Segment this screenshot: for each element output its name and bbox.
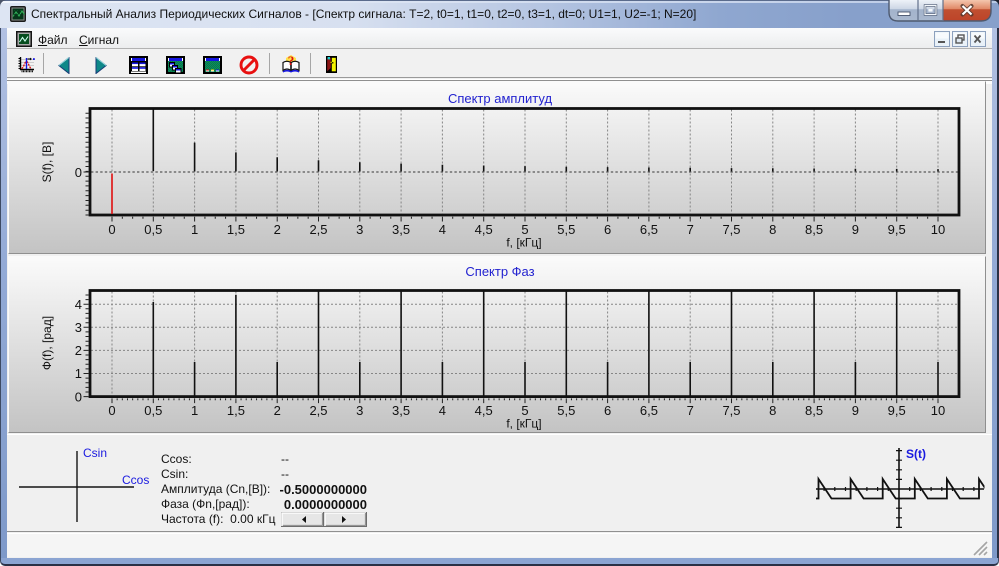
svg-text:4,5: 4,5: [475, 403, 493, 418]
svg-text:7: 7: [687, 222, 694, 237]
svg-text:2,5: 2,5: [309, 403, 327, 418]
svg-text:5,5: 5,5: [557, 403, 575, 418]
svg-text:4,5: 4,5: [475, 222, 493, 237]
svg-text:7,5: 7,5: [722, 222, 740, 237]
svg-text:Спектр Фаз: Спектр Фаз: [465, 264, 534, 279]
svg-text:4: 4: [439, 222, 446, 237]
svg-text:6: 6: [604, 222, 611, 237]
svg-text:4: 4: [439, 403, 446, 418]
svg-text:5,5: 5,5: [557, 222, 575, 237]
svg-text:3,5: 3,5: [392, 222, 410, 237]
svg-text:1,5: 1,5: [227, 222, 245, 237]
svg-text:1: 1: [191, 222, 198, 237]
svg-text:0,5: 0,5: [144, 403, 162, 418]
svg-text:8,5: 8,5: [805, 403, 823, 418]
svg-text:f, [кГц]: f, [кГц]: [506, 417, 541, 431]
svg-text:3: 3: [75, 320, 82, 335]
svg-text:3: 3: [356, 222, 363, 237]
svg-text:8: 8: [769, 403, 776, 418]
svg-text:3: 3: [356, 403, 363, 418]
svg-text:0,5: 0,5: [144, 222, 162, 237]
svg-text:0: 0: [75, 389, 82, 404]
svg-text:2: 2: [75, 343, 82, 358]
svg-text:9: 9: [852, 222, 859, 237]
svg-text:10: 10: [931, 222, 945, 237]
svg-text:10: 10: [931, 403, 945, 418]
svg-text:4: 4: [75, 297, 82, 312]
svg-text:?: ?: [288, 54, 295, 68]
svg-text:2: 2: [274, 403, 281, 418]
svg-text:Спектр амплитуд: Спектр амплитуд: [448, 91, 553, 106]
svg-text:1,5: 1,5: [227, 403, 245, 418]
svg-text:0: 0: [75, 165, 82, 180]
svg-text:f, [кГц]: f, [кГц]: [506, 236, 541, 250]
svg-text:2,5: 2,5: [309, 222, 327, 237]
svg-text:S(f), [В]: S(f), [В]: [40, 142, 54, 183]
svg-text:3,5: 3,5: [392, 403, 410, 418]
svg-text:9: 9: [852, 403, 859, 418]
svg-text:2: 2: [274, 222, 281, 237]
svg-text:8,5: 8,5: [805, 222, 823, 237]
svg-text:0: 0: [108, 222, 115, 237]
svg-text:6,5: 6,5: [640, 222, 658, 237]
svg-text:Ф(f), [рад]: Ф(f), [рад]: [40, 316, 54, 370]
svg-text:9,5: 9,5: [888, 403, 906, 418]
svg-text:1: 1: [75, 366, 82, 381]
svg-text:8: 8: [769, 222, 776, 237]
svg-text:9,5: 9,5: [888, 222, 906, 237]
svg-text:6,5: 6,5: [640, 403, 658, 418]
svg-text:7,5: 7,5: [722, 403, 740, 418]
svg-text:0: 0: [108, 403, 115, 418]
svg-text:7: 7: [687, 403, 694, 418]
svg-text:1: 1: [191, 403, 198, 418]
svg-text:6: 6: [604, 403, 611, 418]
